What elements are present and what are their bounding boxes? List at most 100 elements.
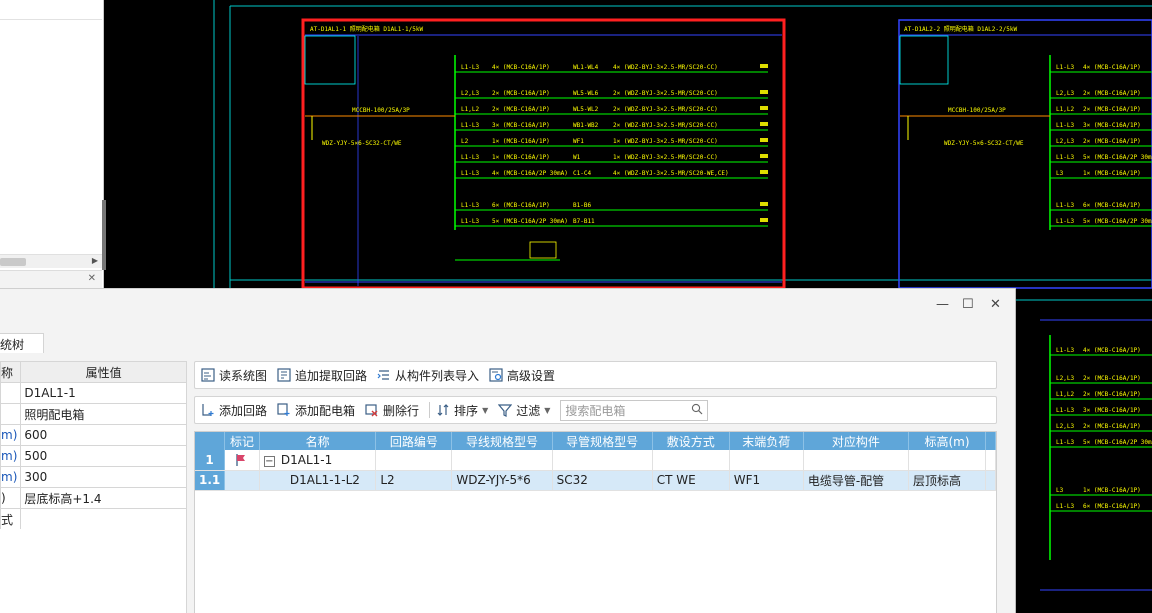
table-row[interactable]: 1.1 D1AL1-1-L2 L2 WDZ-YJY-5*6 SC32 CT WE WF1 电缆…	[195, 470, 996, 491]
circuit-code: WL5-WL2	[573, 106, 599, 113]
property-value[interactable]	[20, 508, 187, 530]
circuit-breaker: 3× (MCB-C16A/1P)	[492, 122, 550, 129]
search-input[interactable]: 搜索配电箱	[565, 402, 625, 419]
mark-cell[interactable]	[224, 450, 260, 471]
table-row[interactable]: 1 − D1AL1-1	[195, 450, 996, 471]
load-marker	[760, 90, 768, 94]
delete-row-button[interactable]: 删除行	[365, 402, 419, 419]
load-cell[interactable]: WF1	[729, 470, 804, 491]
column-header[interactable]: 标记	[224, 432, 260, 450]
property-row[interactable]: 照明配电箱	[0, 403, 187, 425]
tab-label: 系统树	[0, 338, 25, 352]
property-value[interactable]: 600	[20, 424, 187, 446]
column-header[interactable]: 回路编号	[375, 432, 453, 450]
horizontal-scrollbar[interactable]: ▶	[0, 254, 102, 268]
close-button[interactable]: ✕	[990, 297, 1001, 312]
row-number[interactable]: 1.1	[195, 470, 226, 491]
circuit-breaker: 4× (MCB-C16A/2P 30mA)	[492, 170, 568, 177]
circuit-cable: 1× (WDZ-BYJ-3×2.5-MR/SC20-CC)	[613, 138, 718, 145]
circuit-phase: L1-L3	[461, 170, 479, 177]
property-row[interactable]: D1AL1-1	[0, 382, 187, 404]
wire-cell[interactable]: WDZ-YJY-5*6	[451, 470, 553, 491]
circuit-breaker: 4× (MCB-C16A/1P)	[1083, 347, 1141, 354]
circuit-phase: L1-L3	[1056, 64, 1074, 71]
name-cell[interactable]: − D1AL1-1	[259, 450, 377, 471]
property-value-header: 属性值	[20, 361, 187, 383]
advanced-settings-icon	[489, 368, 503, 382]
grid-corner-header[interactable]	[195, 432, 226, 450]
property-value[interactable]: 300	[20, 466, 187, 488]
property-row[interactable]: ) 层底标高+1.4	[0, 487, 187, 509]
circuit-breaker: 3× (MCB-C16A/1P)	[1083, 122, 1141, 129]
circuit-breaker: 6× (MCB-C16A/1P)	[1083, 503, 1141, 510]
read-system-diagram-button[interactable]: 读系统图	[201, 367, 267, 384]
collapse-icon[interactable]: −	[263, 455, 275, 467]
property-value[interactable]: D1AL1-1	[20, 382, 187, 404]
sort-dropdown-caret-icon[interactable]: ▼	[482, 406, 488, 415]
close-icon[interactable]: ✕	[88, 273, 96, 284]
circuit-breaker: 5× (MCB-C16A/2P 30mA)	[492, 218, 568, 225]
property-row[interactable]: m) 600	[0, 424, 187, 446]
conduit-cell[interactable]: SC32	[552, 470, 653, 491]
scroll-right-arrow-icon[interactable]: ▶	[92, 256, 98, 265]
component-cell[interactable]	[803, 450, 909, 471]
minimize-button[interactable]: —	[936, 297, 949, 312]
elev-cell[interactable]	[908, 450, 987, 471]
circuit-grid[interactable]: 标记 名称 回路编号 导线规格型号 导管规格型号 敷设方式 末端负荷 对应构件 标高(m) 1 −…	[194, 431, 997, 613]
add-circuit-button[interactable]: 添加回路	[201, 402, 267, 419]
circuit-breaker: 5× (MCB-C16A/2P 30mA)	[1083, 439, 1152, 446]
import-from-component-list-button[interactable]: 从构件列表导入	[377, 367, 479, 384]
add-box-button[interactable]: 添加配电箱	[277, 402, 355, 419]
append-extract-circuit-button[interactable]: 追加提取回路	[277, 367, 367, 384]
name-cell[interactable]: D1AL1-1-L2	[259, 470, 377, 491]
property-row[interactable]: 式	[0, 508, 187, 530]
column-header[interactable]: 导线规格型号	[451, 432, 553, 450]
elev-cell[interactable]: 层顶标高	[908, 470, 987, 491]
circuit-breaker: 2× (MCB-C16A/1P)	[1083, 138, 1141, 145]
property-row[interactable]: m) 500	[0, 445, 187, 467]
column-header[interactable]: 标高(m)	[908, 432, 987, 450]
property-name-header: 称	[0, 361, 22, 383]
mark-cell[interactable]	[224, 470, 260, 491]
row-number[interactable]: 1	[195, 450, 226, 471]
property-name: 式	[0, 508, 22, 530]
sort-button[interactable]: 排序 ▼	[436, 402, 488, 419]
component-cell[interactable]: 电缆导管-配管	[803, 470, 909, 491]
column-header[interactable]: 名称	[259, 432, 377, 450]
conduit-cell[interactable]	[552, 450, 653, 471]
search-icon[interactable]	[691, 403, 703, 418]
circuit-phase: L2,L3	[1056, 138, 1074, 145]
add-box-icon	[277, 403, 291, 417]
advanced-settings-button[interactable]: 高级设置	[489, 367, 555, 384]
circuit-breaker: 1× (MCB-C16A/1P)	[492, 154, 550, 161]
property-row[interactable]: m) 300	[0, 466, 187, 488]
maximize-button[interactable]: ☐	[962, 297, 974, 312]
column-header[interactable]: 对应构件	[803, 432, 909, 450]
search-box[interactable]: 搜索配电箱	[560, 399, 709, 421]
load-table	[899, 35, 949, 85]
column-header[interactable]: 导管规格型号	[552, 432, 653, 450]
circuit-breaker: 2× (MCB-C16A/1P)	[1083, 90, 1141, 97]
circuit-breaker: 1× (MCB-C16A/1P)	[1083, 170, 1141, 177]
property-value[interactable]: 层底标高+1.4	[20, 487, 187, 509]
main-breaker-label: MCCBH-100/25A/3P	[948, 107, 1006, 114]
column-header[interactable]: 敷设方式	[652, 432, 730, 450]
circuit-cell[interactable]: L2	[375, 470, 453, 491]
filter-button[interactable]: 过滤 ▼	[497, 402, 550, 419]
tab-system-tree[interactable]: 系统树	[0, 333, 44, 353]
scrollbar-thumb[interactable]	[0, 258, 26, 266]
laying-cell[interactable]: CT WE	[652, 470, 730, 491]
circuit-phase: L1-L3	[1056, 154, 1074, 161]
load-cell[interactable]	[729, 450, 804, 471]
circuit-cell[interactable]	[375, 450, 453, 471]
wire-cell[interactable]	[451, 450, 553, 471]
delete-row-icon	[365, 403, 379, 417]
filter-dropdown-caret-icon[interactable]: ▼	[544, 406, 550, 415]
property-value[interactable]: 照明配电箱	[20, 403, 187, 425]
incoming-cable-label: WDZ-YJY-5×6-SC32-CT/WE	[944, 140, 1024, 147]
column-header[interactable]: 末端负荷	[729, 432, 804, 450]
laying-cell[interactable]	[652, 450, 730, 471]
vertical-scrollbar[interactable]	[102, 200, 106, 270]
property-value[interactable]: 500	[20, 445, 187, 467]
circuit-phase: L2,L3	[461, 90, 479, 97]
